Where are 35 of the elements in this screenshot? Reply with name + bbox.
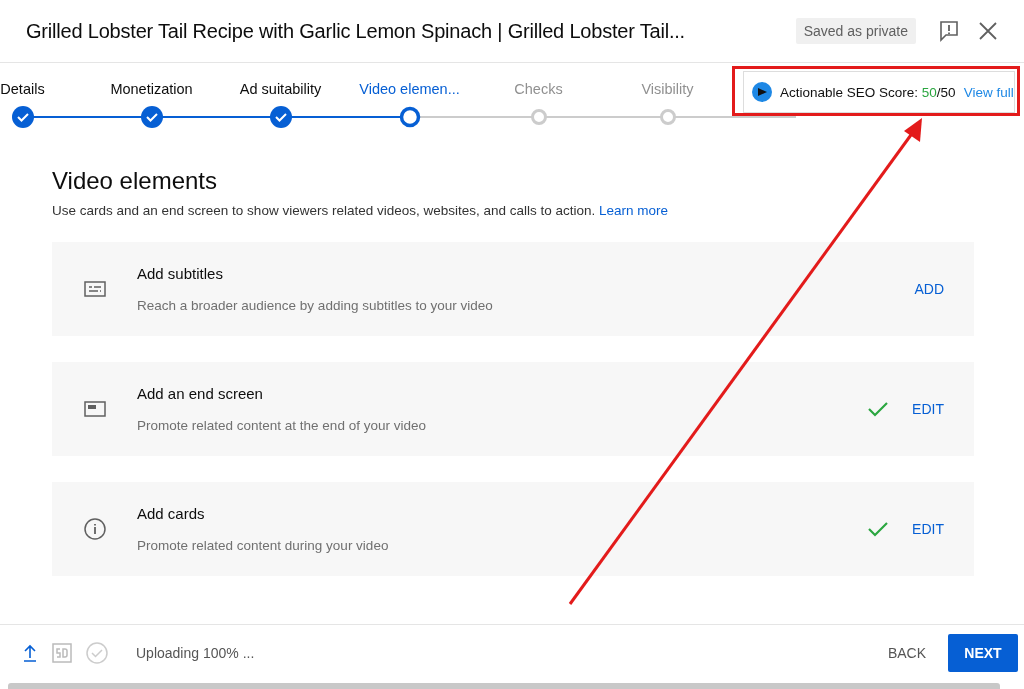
step-tab[interactable]: Video elemen...	[359, 81, 460, 101]
next-button[interactable]: NEXT	[948, 634, 1018, 672]
view-full-link[interactable]: View full	[963, 84, 1014, 100]
upload-icon	[22, 644, 38, 662]
element-action-button[interactable]: EDIT	[906, 515, 950, 543]
close-icon[interactable]	[978, 21, 998, 41]
learn-more-link[interactable]: Learn more	[599, 203, 669, 218]
step-tab[interactable]: Monetization	[110, 81, 193, 101]
back-button[interactable]: BACK	[879, 635, 934, 671]
scrollbar[interactable]	[8, 683, 1000, 689]
step-tab[interactable]: Visibility	[641, 81, 694, 101]
element-action-button[interactable]: EDIT	[906, 395, 950, 423]
sd-quality-icon	[52, 643, 72, 663]
feedback-icon[interactable]	[938, 20, 960, 42]
element-title: Add an end screen	[137, 385, 264, 402]
section-description: Use cards and an end screen to show viewers related videos, websites, and calls to action. Learn more	[52, 203, 670, 218]
play-logo-icon	[752, 82, 772, 102]
subtitles-icon	[83, 281, 106, 297]
step-tab[interactable]: Checks	[514, 81, 563, 101]
element-title: Add cards	[137, 505, 206, 522]
element-action-button[interactable]: ADD	[908, 275, 950, 303]
check-circle-icon	[86, 642, 108, 664]
step-tab[interactable]: Ad suitability	[239, 81, 322, 101]
upload-status: Uploading 100% ...	[136, 645, 255, 661]
element-description: Promote related content during your video	[137, 538, 390, 553]
element-title: Add subtitles	[137, 265, 224, 282]
element-description: Promote related content at the end of your video	[137, 418, 427, 433]
dialog-title: Grilled Lobster Tail Recipe with Garlic Lemon Spinach | Grilled Lobster Tail...	[26, 19, 686, 43]
seo-score-text: Actionable SEO Score: 50/50	[780, 84, 956, 100]
info-icon	[83, 518, 106, 540]
section-title: Video elements	[52, 167, 218, 195]
screen-icon	[83, 401, 106, 417]
element-description: Reach a broader audience by adding subtitles to your video	[137, 298, 494, 313]
status-chip: Saved as private	[795, 18, 916, 44]
step-tab[interactable]: Details	[0, 81, 45, 101]
